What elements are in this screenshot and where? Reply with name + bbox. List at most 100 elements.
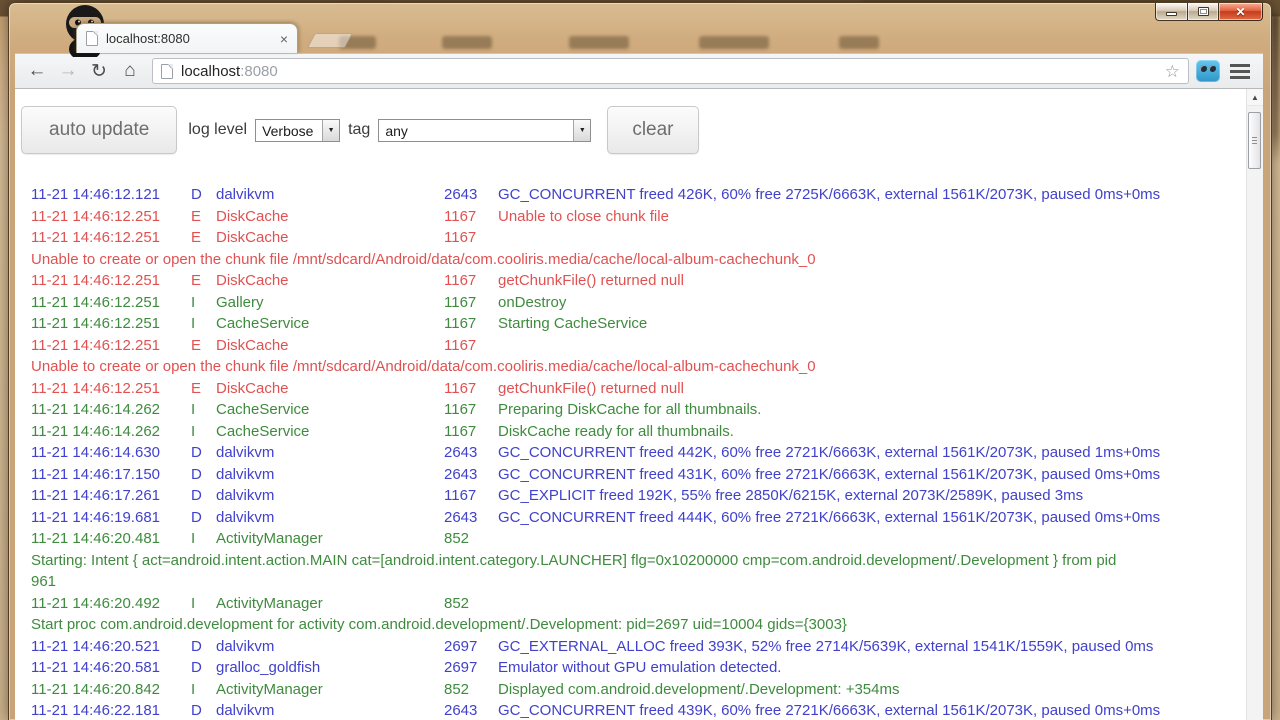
log-tag: DiskCache bbox=[216, 378, 444, 400]
browser-tab[interactable]: localhost:8080 × bbox=[76, 23, 298, 53]
new-tab-button[interactable] bbox=[307, 33, 353, 48]
log-message: GC_EXTERNAL_ALLOC freed 393K, 52% free 2… bbox=[498, 638, 1153, 655]
tab-strip: localhost:8080 × bbox=[15, 3, 1263, 53]
url-host: localhost bbox=[181, 63, 240, 80]
maximize-icon bbox=[1198, 7, 1209, 16]
log-tag: DiskCache bbox=[216, 335, 444, 357]
log-pid: 1167 bbox=[444, 206, 498, 228]
log-message: getChunkFile() returned null bbox=[498, 380, 684, 397]
log-tag: dalvikvm bbox=[216, 507, 444, 529]
log-pid: 852 bbox=[444, 528, 498, 550]
blurred-background-text bbox=[569, 36, 629, 49]
log-pid: 1167 bbox=[444, 335, 498, 357]
extension-icon[interactable] bbox=[1196, 60, 1220, 82]
reload-icon[interactable]: ↻ bbox=[86, 58, 112, 84]
log-level: D bbox=[191, 485, 216, 507]
log-pid: 2643 bbox=[444, 507, 498, 529]
log-level-value: Verbose bbox=[256, 120, 322, 141]
log-entry: 11-21 14:46:12.251ICacheService1167Start… bbox=[31, 313, 1223, 335]
log-level: I bbox=[191, 292, 216, 314]
page-icon bbox=[161, 64, 173, 79]
log-pid: 1167 bbox=[444, 485, 498, 507]
window-controls: ✕ bbox=[1155, 3, 1263, 21]
log-message: GC_CONCURRENT freed 426K, 60% free 2725K… bbox=[498, 186, 1160, 203]
log-level: I bbox=[191, 399, 216, 421]
log-pid: 1167 bbox=[444, 399, 498, 421]
log-tag: CacheService bbox=[216, 421, 444, 443]
log-message: Unable to create or open the chunk file … bbox=[31, 251, 816, 268]
log-tag: gralloc_goldfish bbox=[216, 657, 444, 679]
blurred-background-text bbox=[442, 36, 492, 49]
log-level: E bbox=[191, 227, 216, 249]
log-entry: 11-21 14:46:20.581Dgralloc_goldfish2697E… bbox=[31, 657, 1223, 679]
log-message: GC_CONCURRENT freed 442K, 60% free 2721K… bbox=[498, 444, 1160, 461]
tab-close-icon[interactable]: × bbox=[280, 32, 288, 46]
log-time: 11-21 14:46:22.181 bbox=[31, 700, 191, 720]
log-level: E bbox=[191, 270, 216, 292]
log-entry: 11-21 14:46:14.630Ddalvikvm2643GC_CONCUR… bbox=[31, 442, 1223, 464]
home-icon[interactable]: ⌂ bbox=[117, 58, 143, 84]
clear-button[interactable]: clear bbox=[607, 106, 698, 154]
log-message: Unable to create or open the chunk file … bbox=[31, 358, 816, 375]
log-level: D bbox=[191, 442, 216, 464]
log-level: E bbox=[191, 206, 216, 228]
log-tag: dalvikvm bbox=[216, 700, 444, 720]
log-level: E bbox=[191, 378, 216, 400]
log-pid: 1167 bbox=[444, 292, 498, 314]
log-time: 11-21 14:46:20.581 bbox=[31, 657, 191, 679]
log-time: 11-21 14:46:19.681 bbox=[31, 507, 191, 529]
log-list: 11-21 14:46:12.121Ddalvikvm2643GC_CONCUR… bbox=[31, 184, 1223, 720]
tag-select[interactable]: any ▼ bbox=[378, 119, 591, 142]
log-tag: ActivityManager bbox=[216, 593, 444, 615]
log-entry: 11-21 14:46:12.251EDiskCache1167getChunk… bbox=[31, 378, 1223, 400]
log-level: I bbox=[191, 679, 216, 701]
log-level: I bbox=[191, 593, 216, 615]
log-level: D bbox=[191, 636, 216, 658]
log-level: D bbox=[191, 657, 216, 679]
scroll-up-icon[interactable]: ▲ bbox=[1247, 89, 1263, 106]
log-message: Emulator without GPU emulation detected. bbox=[498, 659, 781, 676]
log-tag: DiskCache bbox=[216, 206, 444, 228]
minimize-button[interactable] bbox=[1155, 3, 1187, 21]
bookmark-star-icon[interactable]: ☆ bbox=[1165, 63, 1180, 80]
log-time: 11-21 14:46:12.251 bbox=[31, 206, 191, 228]
log-tag: ActivityManager bbox=[216, 679, 444, 701]
auto-update-button[interactable]: auto update bbox=[21, 106, 177, 154]
menu-icon[interactable] bbox=[1230, 64, 1250, 79]
log-time: 11-21 14:46:14.630 bbox=[31, 442, 191, 464]
log-level: I bbox=[191, 313, 216, 335]
log-tag: Gallery bbox=[216, 292, 444, 314]
log-level: I bbox=[191, 421, 216, 443]
log-time: 11-21 14:46:12.251 bbox=[31, 292, 191, 314]
log-entry: 11-21 14:46:19.681Ddalvikvm2643GC_CONCUR… bbox=[31, 507, 1223, 529]
log-time: 11-21 14:46:17.261 bbox=[31, 485, 191, 507]
log-time: 11-21 14:46:12.121 bbox=[31, 184, 191, 206]
log-pid: 1167 bbox=[444, 378, 498, 400]
log-tag: dalvikvm bbox=[216, 464, 444, 486]
log-entry: 11-21 14:46:12.251IGallery1167onDestroy bbox=[31, 292, 1223, 314]
log-time: 11-21 14:46:12.251 bbox=[31, 378, 191, 400]
address-bar[interactable]: localhost :8080 ☆ bbox=[152, 58, 1189, 84]
log-entry: 11-21 14:46:22.181Ddalvikvm2643GC_CONCUR… bbox=[31, 700, 1223, 720]
desktop-background: ✕ bbox=[0, 0, 1280, 720]
scrollbar-thumb[interactable] bbox=[1248, 112, 1261, 169]
log-pid: 1167 bbox=[444, 421, 498, 443]
log-message: GC_CONCURRENT freed 444K, 60% free 2721K… bbox=[498, 509, 1160, 526]
log-level: D bbox=[191, 184, 216, 206]
log-time: 11-21 14:46:17.150 bbox=[31, 464, 191, 486]
log-level-select[interactable]: Verbose ▼ bbox=[255, 119, 340, 142]
log-message: DiskCache ready for all thumbnails. bbox=[498, 423, 734, 440]
log-pid: 2643 bbox=[444, 464, 498, 486]
log-entry: 11-21 14:46:14.262ICacheService1167DiskC… bbox=[31, 421, 1223, 443]
log-time: 11-21 14:46:12.251 bbox=[31, 227, 191, 249]
maximize-button[interactable] bbox=[1187, 3, 1219, 21]
log-pid: 1167 bbox=[444, 313, 498, 335]
log-tag: CacheService bbox=[216, 399, 444, 421]
log-message: Starting: Intent { act=android.intent.ac… bbox=[31, 552, 1116, 591]
forward-icon[interactable]: → bbox=[55, 58, 81, 84]
page-scrollbar[interactable]: ▲ bbox=[1246, 89, 1263, 720]
log-message: GC_CONCURRENT freed 439K, 60% free 2721K… bbox=[498, 702, 1160, 719]
back-icon[interactable]: ← bbox=[24, 58, 50, 84]
log-time: 11-21 14:46:14.262 bbox=[31, 421, 191, 443]
close-window-button[interactable]: ✕ bbox=[1219, 3, 1263, 21]
